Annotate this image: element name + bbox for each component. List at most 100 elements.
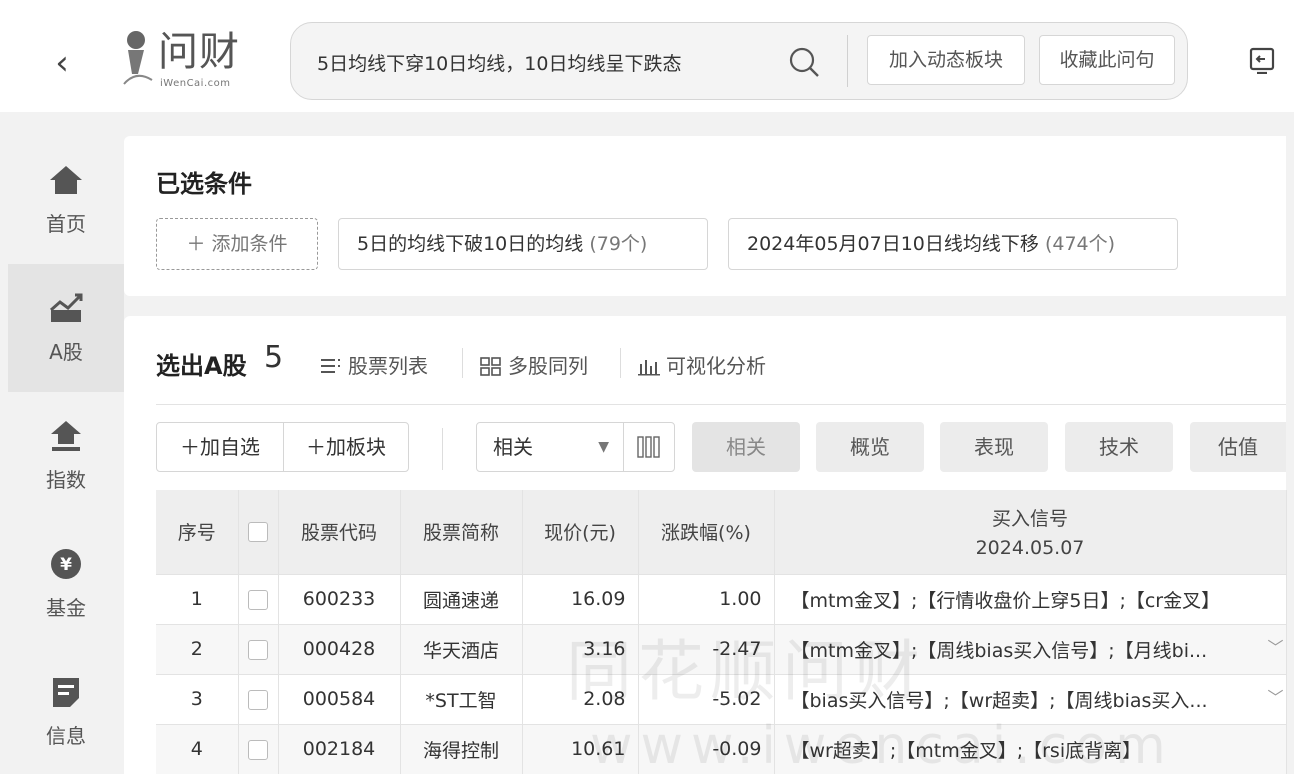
sort-select[interactable]: 相关 ▼ <box>476 422 624 472</box>
cell-signal: 【mtm金叉】;【行情收盘价上穿5日】;【cr金叉】 <box>774 574 1287 625</box>
home-icon <box>50 166 82 194</box>
cell-checkbox[interactable] <box>238 624 279 675</box>
stock-chart-icon <box>50 293 83 322</box>
cell-change: 1.00 <box>638 574 775 625</box>
cell-name[interactable]: *ST工智 <box>400 674 523 725</box>
row-checkbox[interactable] <box>248 639 268 660</box>
table-row[interactable]: 3 000584 *ST工智 2.08 -5.02 【bias买入信号】;【wr… <box>156 674 1287 725</box>
column-settings-button[interactable] <box>623 422 675 472</box>
sidebar-item-home[interactable]: 首页 <box>8 136 124 264</box>
logo-text: 问财 <box>158 29 240 75</box>
sidebar-item-label: 基金 <box>46 596 86 620</box>
favorite-query-button[interactable]: 收藏此问句 <box>1039 35 1175 85</box>
condition-count: (79个) <box>589 233 648 255</box>
list-icon <box>321 359 340 373</box>
header-signal[interactable]: 买入信号 2024.05.07 <box>774 490 1287 575</box>
header-code[interactable]: 股票代码 <box>278 490 401 575</box>
divider <box>156 404 1286 405</box>
cell-index: 1 <box>156 574 239 625</box>
cell-name[interactable]: 海得控制 <box>400 724 523 774</box>
cell-checkbox[interactable] <box>238 674 279 725</box>
category-tab-technical[interactable]: 技术 <box>1065 422 1173 472</box>
category-tab-performance[interactable]: 表现 <box>940 422 1048 472</box>
table-row[interactable]: 2 000428 华天酒店 3.16 -2.47 【mtm金叉】;【周线bias… <box>156 624 1287 675</box>
condition-count: (474个) <box>1044 233 1116 255</box>
header-select-all[interactable] <box>238 490 279 575</box>
header-signal-date: 2024.05.07 <box>975 537 1085 560</box>
logo-subtext: iWenCai.com <box>160 78 231 89</box>
table-row[interactable]: 1 600233 圆通速递 16.09 1.00 【mtm金叉】;【行情收盘价上… <box>156 574 1287 625</box>
results-table: 序号 股票代码 股票简称 现价(元) 涨跌幅(%) 买入信号 2024.05.0… <box>156 490 1287 774</box>
row-checkbox[interactable] <box>248 739 268 760</box>
tab-visual-analysis[interactable]: 可视化分析 <box>638 350 766 379</box>
cell-code[interactable]: 002184 <box>278 724 401 774</box>
tab-label: 可视化分析 <box>666 354 766 378</box>
results-panel: 选出A股 5 股票列表 多股同列 可视化分析 ＋加自选 ＋加板块 相关 ▼ 相关… <box>124 316 1287 774</box>
cell-change: -0.09 <box>638 724 775 774</box>
back-button[interactable]: ‹ <box>46 44 78 82</box>
grid-icon <box>480 357 501 376</box>
cell-checkbox[interactable] <box>238 574 279 625</box>
cell-signal: 【bias买入信号】;【wr超卖】;【周线bias买入... ﹀ <box>774 674 1287 725</box>
tab-multi-stock[interactable]: 多股同列 <box>480 350 588 379</box>
logo-mark-icon <box>123 31 153 85</box>
header-signal-label: 买入信号 <box>991 508 1068 531</box>
condition-text: 2024年05月07日10日线均线下移 <box>747 233 1039 255</box>
cell-checkbox[interactable] <box>238 724 279 774</box>
exit-icon[interactable] <box>1248 46 1276 74</box>
cell-price: 10.61 <box>522 724 639 774</box>
expand-chevron-icon[interactable]: ﹀ <box>1267 634 1283 658</box>
add-to-block-button[interactable]: ＋加板块 <box>283 422 409 472</box>
select-all-checkbox[interactable] <box>248 522 268 543</box>
expand-chevron-icon[interactable]: ﹀ <box>1267 684 1283 708</box>
cell-name[interactable]: 圆通速递 <box>400 574 523 625</box>
cell-signal: 【wr超卖】;【mtm金叉】;【rsi底背离】 <box>774 724 1287 774</box>
sidebar-item-fund[interactable]: ¥ 基金 <box>8 520 124 648</box>
sidebar-item-a-shares[interactable]: A股 <box>8 264 124 392</box>
condition-chip[interactable]: 2024年05月07日10日线均线下移 (474个) <box>728 218 1178 270</box>
sidebar-item-label: 指数 <box>46 468 86 492</box>
tab-divider <box>462 348 463 378</box>
cell-change: -2.47 <box>638 624 775 675</box>
bar-chart-icon <box>638 360 660 376</box>
add-to-watchlist-button[interactable]: ＋加自选 <box>156 422 284 472</box>
sort-select-value: 相关 <box>493 435 533 459</box>
toolbar-divider <box>442 428 443 470</box>
category-tab-related[interactable]: 相关 <box>692 422 800 472</box>
cell-code[interactable]: 000428 <box>278 624 401 675</box>
header-price[interactable]: 现价(元) <box>522 490 639 575</box>
add-dynamic-block-button[interactable]: 加入动态板块 <box>867 35 1025 85</box>
cell-index: 3 <box>156 674 239 725</box>
search-icon[interactable] <box>787 45 821 79</box>
sidebar-item-label: 首页 <box>46 212 86 236</box>
cell-index: 2 <box>156 624 239 675</box>
category-tab-overview[interactable]: 概览 <box>816 422 924 472</box>
results-count: 5 <box>264 340 284 375</box>
cell-name[interactable]: 华天酒店 <box>400 624 523 675</box>
search-query[interactable]: 5日均线下穿10日均线，10日均线呈下跌态 <box>317 49 681 76</box>
header-index[interactable]: 序号 <box>156 490 239 575</box>
cell-price: 16.09 <box>522 574 639 625</box>
fund-icon: ¥ <box>51 549 81 579</box>
tab-stock-list[interactable]: 股票列表 <box>320 350 428 379</box>
header-name[interactable]: 股票简称 <box>400 490 523 575</box>
sidebar-item-index[interactable]: 指数 <box>8 392 124 520</box>
cell-code[interactable]: 000584 <box>278 674 401 725</box>
row-checkbox[interactable] <box>248 689 268 710</box>
category-tab-valuation[interactable]: 估值 <box>1190 422 1286 472</box>
chevron-down-icon: ▼ <box>598 439 609 455</box>
condition-chip[interactable]: 5日的均线下破10日的均线 (79个) <box>338 218 708 270</box>
search-divider <box>847 35 848 87</box>
cell-price: 2.08 <box>522 674 639 725</box>
table-header-row: 序号 股票代码 股票简称 现价(元) 涨跌幅(%) 买入信号 2024.05.0… <box>156 490 1287 575</box>
header-change[interactable]: 涨跌幅(%) <box>638 490 775 575</box>
cell-code[interactable]: 600233 <box>278 574 401 625</box>
sidebar-item-info[interactable]: 信息 <box>8 648 124 774</box>
info-icon <box>53 678 79 707</box>
search-box[interactable]: 5日均线下穿10日均线，10日均线呈下跌态 加入动态板块 收藏此问句 <box>290 22 1188 100</box>
table-row[interactable]: 4 002184 海得控制 10.61 -0.09 【wr超卖】;【mtm金叉】… <box>156 724 1287 774</box>
add-condition-button[interactable]: ＋ 添加条件 <box>156 218 318 270</box>
tab-label: 股票列表 <box>348 354 428 378</box>
row-checkbox[interactable] <box>248 589 268 610</box>
tab-label: 多股同列 <box>508 354 588 378</box>
